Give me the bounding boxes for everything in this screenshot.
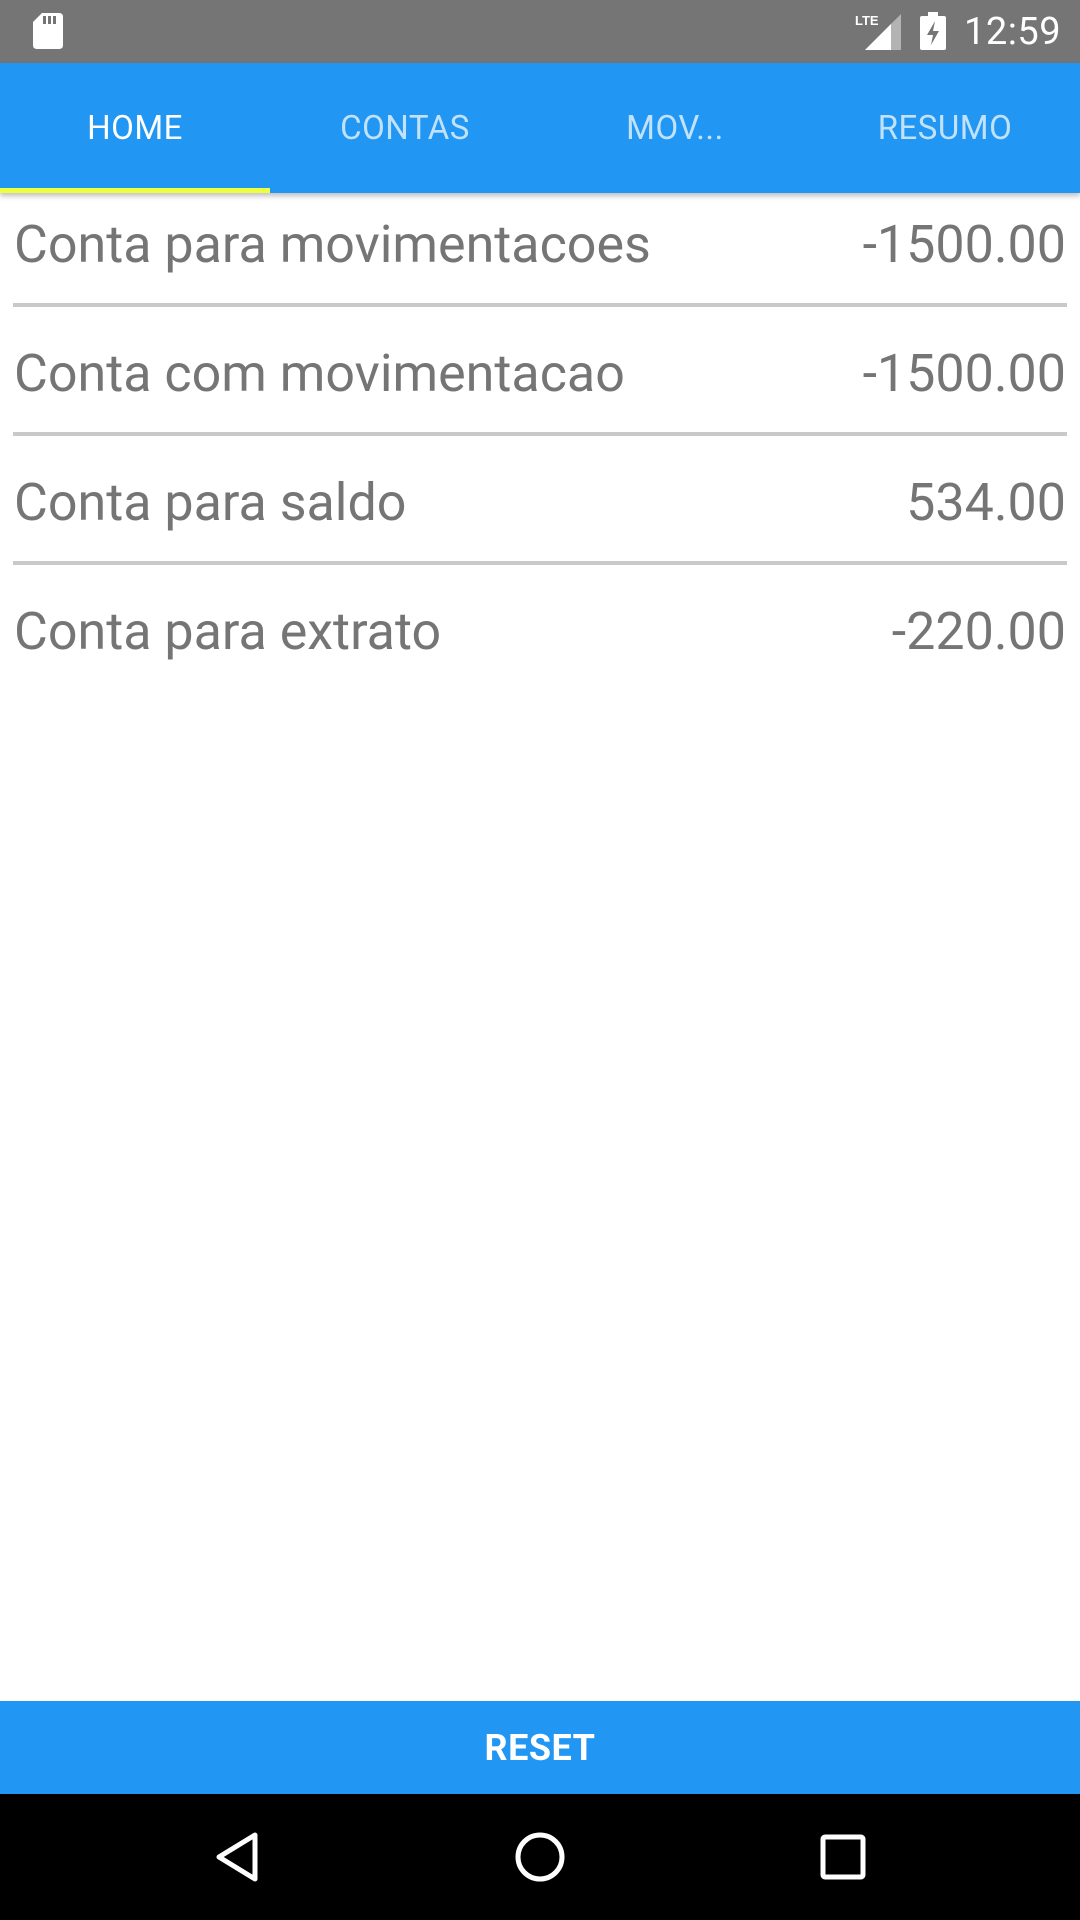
account-balance: -1500.00 — [862, 214, 1066, 275]
row-divider — [13, 303, 1067, 307]
navigation-bar — [0, 1794, 1080, 1920]
sd-card-icon — [33, 13, 63, 49]
account-row[interactable]: Conta para extrato -220.00 — [0, 580, 1080, 709]
tab-movimentacoes-label: MOV... — [626, 108, 724, 148]
tab-bar: HOME CONTAS MOV... RESUMO — [0, 63, 1080, 193]
tab-contas[interactable]: CONTAS — [270, 63, 540, 193]
account-balance: -220.00 — [891, 601, 1066, 662]
tab-resumo-label: RESUMO — [877, 108, 1013, 148]
battery-charging-icon — [920, 12, 946, 50]
account-row[interactable]: Conta para movimentacoes -1500.00 — [0, 193, 1080, 322]
lte-signal-icon: LTE — [855, 13, 901, 50]
reset-button[interactable]: RESET — [0, 1701, 1080, 1794]
account-balance: 534.00 — [906, 472, 1066, 533]
home-icon — [515, 1832, 565, 1882]
row-divider — [13, 561, 1067, 565]
lte-label: LTE — [855, 13, 879, 28]
account-row[interactable]: Conta com movimentacao -1500.00 — [0, 322, 1080, 451]
row-divider — [13, 432, 1067, 436]
recents-icon — [820, 1834, 866, 1880]
back-icon — [216, 1832, 258, 1882]
account-list: Conta para movimentacoes -1500.00 Conta … — [0, 193, 1080, 709]
tab-resumo[interactable]: RESUMO — [810, 63, 1080, 193]
active-tab-indicator — [0, 188, 270, 193]
home-button[interactable] — [495, 1812, 585, 1902]
tab-home[interactable]: HOME — [0, 63, 270, 193]
account-name: Conta com movimentacao — [14, 343, 625, 404]
account-balance: -1500.00 — [862, 343, 1066, 404]
account-name: Conta para saldo — [14, 472, 407, 533]
account-name: Conta para extrato — [14, 601, 442, 662]
tab-contas-label: CONTAS — [340, 108, 470, 148]
account-row[interactable]: Conta para saldo 534.00 — [0, 451, 1080, 580]
status-bar: LTE 12:59 — [0, 0, 1080, 63]
account-name: Conta para movimentacoes — [14, 214, 651, 275]
recents-button[interactable] — [798, 1812, 888, 1902]
tab-movimentacoes[interactable]: MOV... — [540, 63, 810, 193]
back-button[interactable] — [192, 1812, 282, 1902]
status-clock: 12:59 — [964, 10, 1062, 54]
tab-home-label: HOME — [87, 108, 183, 148]
